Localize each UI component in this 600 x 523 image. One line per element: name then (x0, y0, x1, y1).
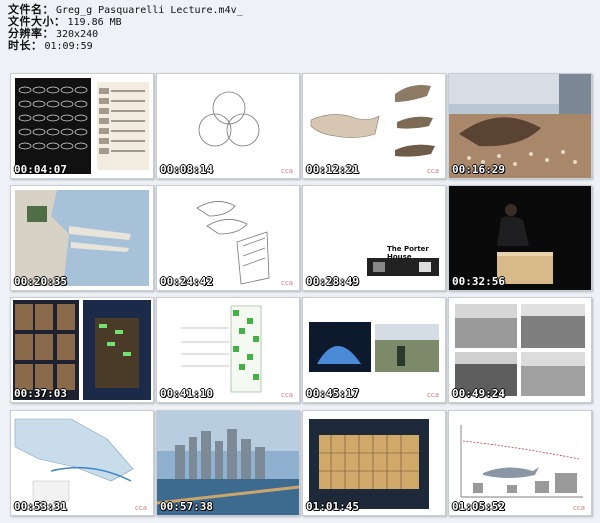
timestamp: 00:12:21 (306, 163, 359, 176)
timestamp: 00:37:03 (14, 387, 67, 400)
thumbnail-2[interactable]: 00:08:14 cca (156, 73, 300, 179)
thumbnail-7[interactable]: The Porter House 00:28:49 (302, 185, 446, 291)
thumbnail-12[interactable]: 00:49:24 (448, 297, 592, 403)
thumbnail-13[interactable]: 00:53:31 cca (10, 410, 154, 516)
timestamp: 00:16:29 (452, 163, 505, 176)
timestamp: 00:24:42 (160, 275, 213, 288)
thumbnail-15[interactable]: 01:01:45 (302, 410, 446, 516)
cca-logo: cca (427, 391, 439, 399)
thumbnail-11[interactable]: 00:45:17 cca (302, 297, 446, 403)
thumbnail-3[interactable]: 00:12:21 cca (302, 73, 446, 179)
timestamp: 01:01:45 (306, 500, 359, 513)
timestamp: 00:04:07 (14, 163, 67, 176)
thumbnail-grid: 00:04:07 00:08:14 cca 00:12:21 cca 00:16… (0, 0, 600, 523)
timestamp: 00:45:17 (306, 387, 359, 400)
timestamp: 00:08:14 (160, 163, 213, 176)
cca-logo: cca (281, 279, 293, 287)
cca-logo: cca (427, 167, 439, 175)
thumbnail-4[interactable]: 00:16:29 (448, 73, 592, 179)
timestamp: 00:57:38 (160, 500, 213, 513)
thumbnail-5[interactable]: 00:20:35 (10, 185, 154, 291)
slide-title: The Porter House (387, 245, 429, 261)
thumbnail-6[interactable]: 00:24:42 cca (156, 185, 300, 291)
cca-logo: cca (135, 504, 147, 512)
timestamp: 00:49:24 (452, 387, 505, 400)
timestamp: 00:28:49 (306, 275, 359, 288)
cca-logo: cca (281, 391, 293, 399)
timestamp: 00:32:56 (452, 275, 505, 288)
cca-logo: cca (573, 504, 585, 512)
timestamp: 00:20:35 (14, 275, 67, 288)
thumbnail-14[interactable]: 00:57:38 (156, 410, 300, 516)
thumbnail-16[interactable]: 01:05:52 cca (448, 410, 592, 516)
thumbnail-9[interactable]: 00:37:03 (10, 297, 154, 403)
thumbnail-1[interactable]: 00:04:07 (10, 73, 154, 179)
timestamp: 00:53:31 (14, 500, 67, 513)
cca-logo: cca (281, 167, 293, 175)
thumbnail-8[interactable]: 00:32:56 (448, 185, 592, 291)
thumbnail-10[interactable]: 00:41:10 cca (156, 297, 300, 403)
timestamp: 01:05:52 (452, 500, 505, 513)
timestamp: 00:41:10 (160, 387, 213, 400)
